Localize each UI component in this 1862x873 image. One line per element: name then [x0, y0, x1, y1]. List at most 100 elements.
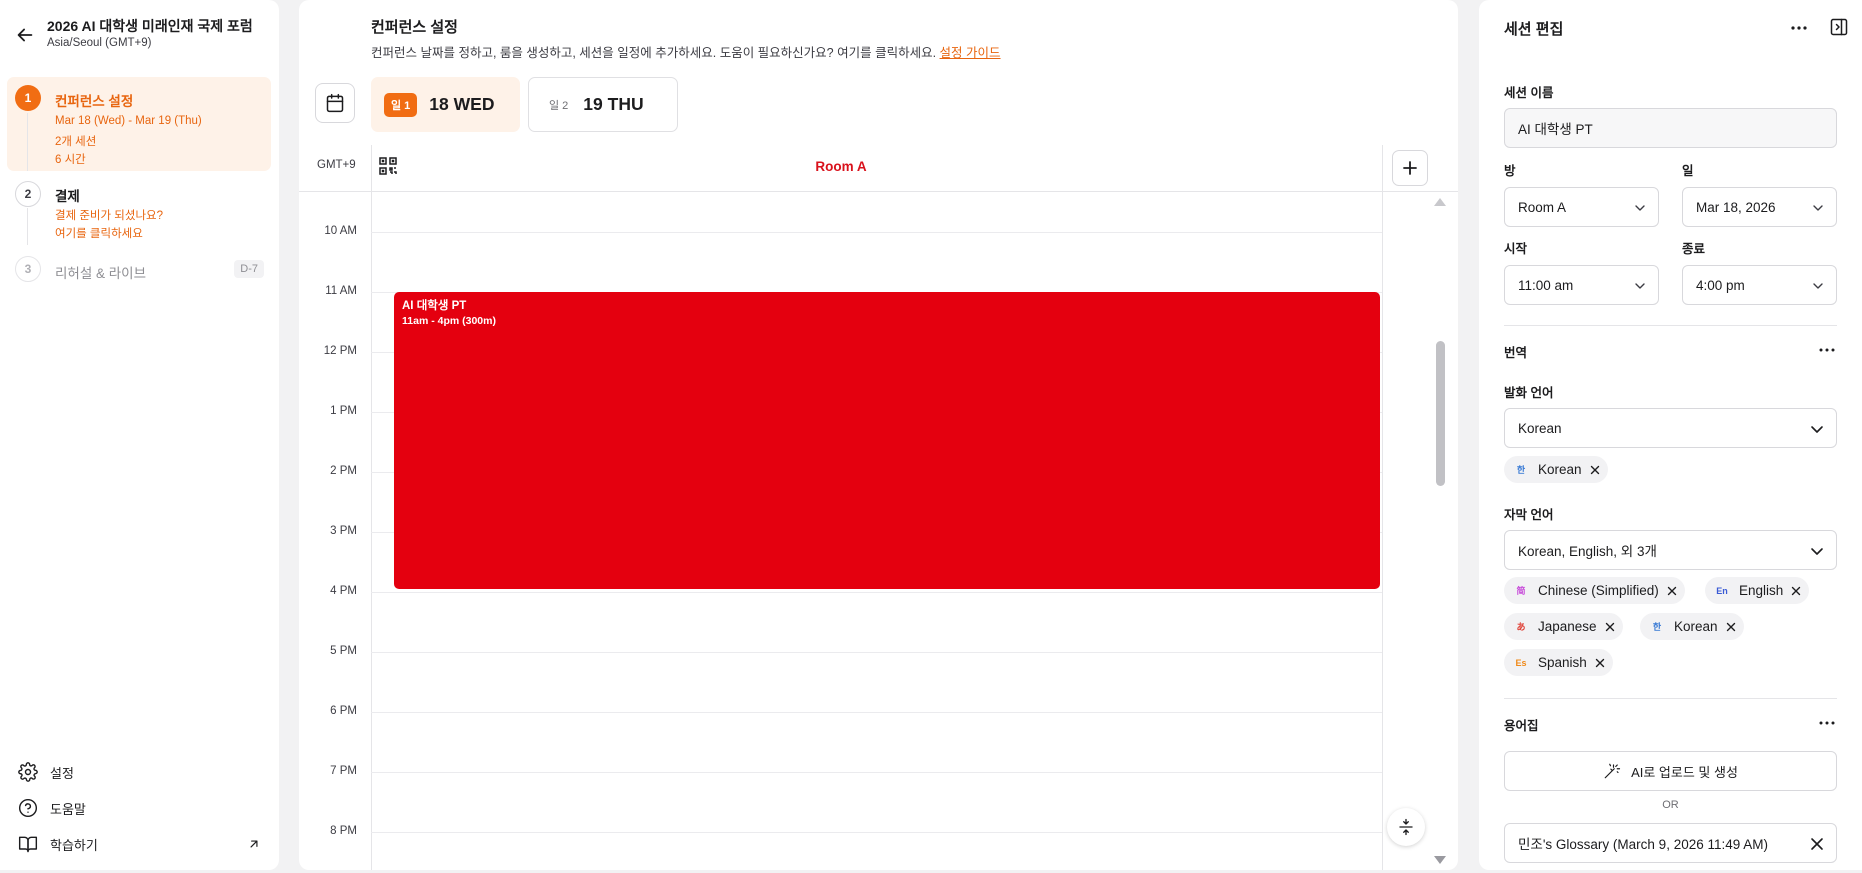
start-time-select[interactable]: 11:00 am [1504, 265, 1659, 305]
step-title: 컨퍼런스 설정 [55, 94, 134, 109]
timezone-label: GMT+9 [317, 159, 356, 171]
close-icon[interactable] [1667, 586, 1677, 596]
left-sidebar: 2026 AI 대학생 미래인재 국제 포럼 Asia/Seoul (GMT+9… [0, 0, 279, 870]
close-icon[interactable] [1595, 658, 1605, 668]
time-column-divider [371, 145, 372, 870]
step-payment[interactable]: 2 결제 결제 준비가 되셨나요? 여기를 클릭하세요 [7, 177, 271, 245]
hour-gridline [371, 772, 1382, 773]
more-horizontal-icon[interactable] [1817, 340, 1837, 360]
subtitle-language-chip: En English [1705, 577, 1810, 604]
scroll-up-arrow[interactable] [1434, 198, 1446, 206]
chinese-flag-icon: 简 [1516, 586, 1526, 596]
conference-header: 2026 AI 대학생 미래인재 국제 포럼 Asia/Seoul (GMT+9… [14, 16, 253, 49]
back-arrow-icon[interactable] [14, 24, 36, 46]
more-horizontal-icon[interactable] [1789, 18, 1809, 38]
step-number: 1 [15, 85, 41, 111]
close-icon[interactable] [1791, 586, 1801, 596]
step-number: 3 [15, 256, 41, 282]
step-title: 결제 [55, 189, 80, 204]
chip-label: Chinese (Simplified) [1538, 583, 1659, 598]
settings-label: 설정 [50, 765, 74, 781]
more-horizontal-icon[interactable] [1817, 713, 1837, 733]
end-time-value: 4:00 pm [1696, 277, 1745, 293]
end-label: 종료 [1682, 242, 1706, 256]
time-label: 10 AM [324, 225, 357, 237]
spoken-language-select[interactable]: Korean [1504, 408, 1837, 448]
panel-title: 세션 편집 [1504, 21, 1564, 38]
hour-gridline [371, 712, 1382, 713]
section-divider [1504, 698, 1837, 699]
payment-prompt: 결제 준비가 되셨나요? [55, 210, 164, 222]
subtitle-language-select[interactable]: Korean, English, 외 3개 [1504, 530, 1837, 570]
time-label: 1 PM [330, 405, 357, 417]
chevron-down-icon [1635, 283, 1645, 289]
chip-label: English [1739, 583, 1784, 598]
hour-gridline [371, 232, 1382, 233]
step-conference-setup[interactable]: 1 컨퍼런스 설정 Mar 18 (Wed) - Mar 19 (Thu) 2개… [7, 77, 271, 171]
end-time-select[interactable]: 4:00 pm [1682, 265, 1837, 305]
day-select[interactable]: Mar 18, 2026 [1682, 187, 1837, 227]
day-tab-2[interactable]: 일 2 19 THU [528, 77, 678, 132]
chip-label: Korean [1538, 462, 1582, 477]
close-icon[interactable] [1605, 622, 1615, 632]
close-icon[interactable] [1810, 837, 1824, 851]
spanish-flag-icon: Es [1515, 657, 1527, 668]
hour-gridline [371, 592, 1382, 593]
room-column-divider [1382, 145, 1383, 870]
collapse-button[interactable] [1387, 808, 1425, 846]
chevron-down-icon [1811, 426, 1823, 433]
day-select-value: Mar 18, 2026 [1696, 199, 1776, 215]
help-label: 도움말 [50, 801, 86, 817]
chip-label: Japanese [1538, 619, 1597, 634]
add-room-button[interactable] [1392, 150, 1428, 186]
korean-flag-icon: 한 [1652, 622, 1662, 632]
conference-title: 2026 AI 대학생 미래인재 국제 포럼 [47, 18, 253, 34]
learn-link[interactable]: 학습하기 [18, 834, 261, 854]
chevron-down-icon [1813, 283, 1823, 289]
schedule-header: GMT+9 Room A [299, 145, 1458, 192]
setup-guide-link[interactable]: 설정 가이드 [940, 46, 1001, 60]
calendar-button[interactable] [315, 83, 355, 123]
room-select[interactable]: Room A [1504, 187, 1659, 227]
selected-glossary[interactable]: 민조's Glossary (March 9, 2026 11:49 AM) [1504, 823, 1837, 863]
settings-link[interactable]: 설정 [18, 762, 261, 782]
step-connector [27, 113, 28, 171]
ai-upload-generate-button[interactable]: AI로 업로드 및 생성 [1504, 751, 1837, 791]
chevron-down-icon [1813, 205, 1823, 211]
english-flag-icon: En [1716, 585, 1728, 596]
close-icon[interactable] [1726, 622, 1736, 632]
payment-link[interactable]: 여기를 클릭하세요 [55, 225, 143, 241]
japanese-flag-icon: あ [1516, 622, 1526, 632]
close-icon[interactable] [1590, 465, 1600, 475]
event-title: AI 대학생 PT [402, 300, 467, 312]
step-connector [27, 208, 28, 245]
main-schedule: 컨퍼런스 설정 컨퍼런스 날짜를 정하고, 룸을 생성하고, 세션을 일정에 추… [299, 0, 1458, 870]
time-label: 8 PM [330, 825, 357, 837]
day-badge: 일 1 [384, 92, 418, 117]
step-session-count: 2개 세션 [55, 136, 97, 148]
scrollbar-thumb[interactable] [1436, 341, 1445, 486]
day-tab-1[interactable]: 일 1 18 WED [371, 77, 520, 132]
scroll-down-arrow[interactable] [1434, 856, 1446, 864]
step-duration: 6 시간 [55, 154, 86, 166]
time-label: 5 PM [330, 645, 357, 657]
step-date-range: Mar 18 (Wed) - Mar 19 (Thu) [55, 115, 202, 127]
panel-collapse-icon[interactable] [1829, 17, 1849, 37]
session-name-input[interactable]: AI 대학생 PT [1504, 108, 1837, 148]
time-label: 4 PM [330, 585, 357, 597]
session-event[interactable]: AI 대학생 PT 11am - 4pm (300m) [394, 292, 1380, 589]
hour-gridline [371, 652, 1382, 653]
time-label: 3 PM [330, 525, 357, 537]
spoken-language-label: 발화 언어 [1504, 386, 1554, 400]
gear-icon [18, 762, 38, 782]
help-circle-icon [18, 798, 38, 818]
start-label: 시작 [1504, 242, 1528, 256]
help-link[interactable]: 도움말 [18, 798, 261, 818]
page-title: 컨퍼런스 설정 [371, 19, 458, 36]
day-badge: 일 2 [549, 99, 569, 112]
session-edit-panel: 세션 편집 세션 이름 AI 대학생 PT 방 Room A 일 Mar 18,… [1479, 0, 1862, 870]
step-rehearsal-live[interactable]: 3 리허설 & 라이브 D-7 [7, 256, 271, 286]
day-label: 18 WED [429, 94, 495, 114]
time-label: 11 AM [325, 285, 357, 297]
room-name[interactable]: Room A [371, 159, 1311, 174]
